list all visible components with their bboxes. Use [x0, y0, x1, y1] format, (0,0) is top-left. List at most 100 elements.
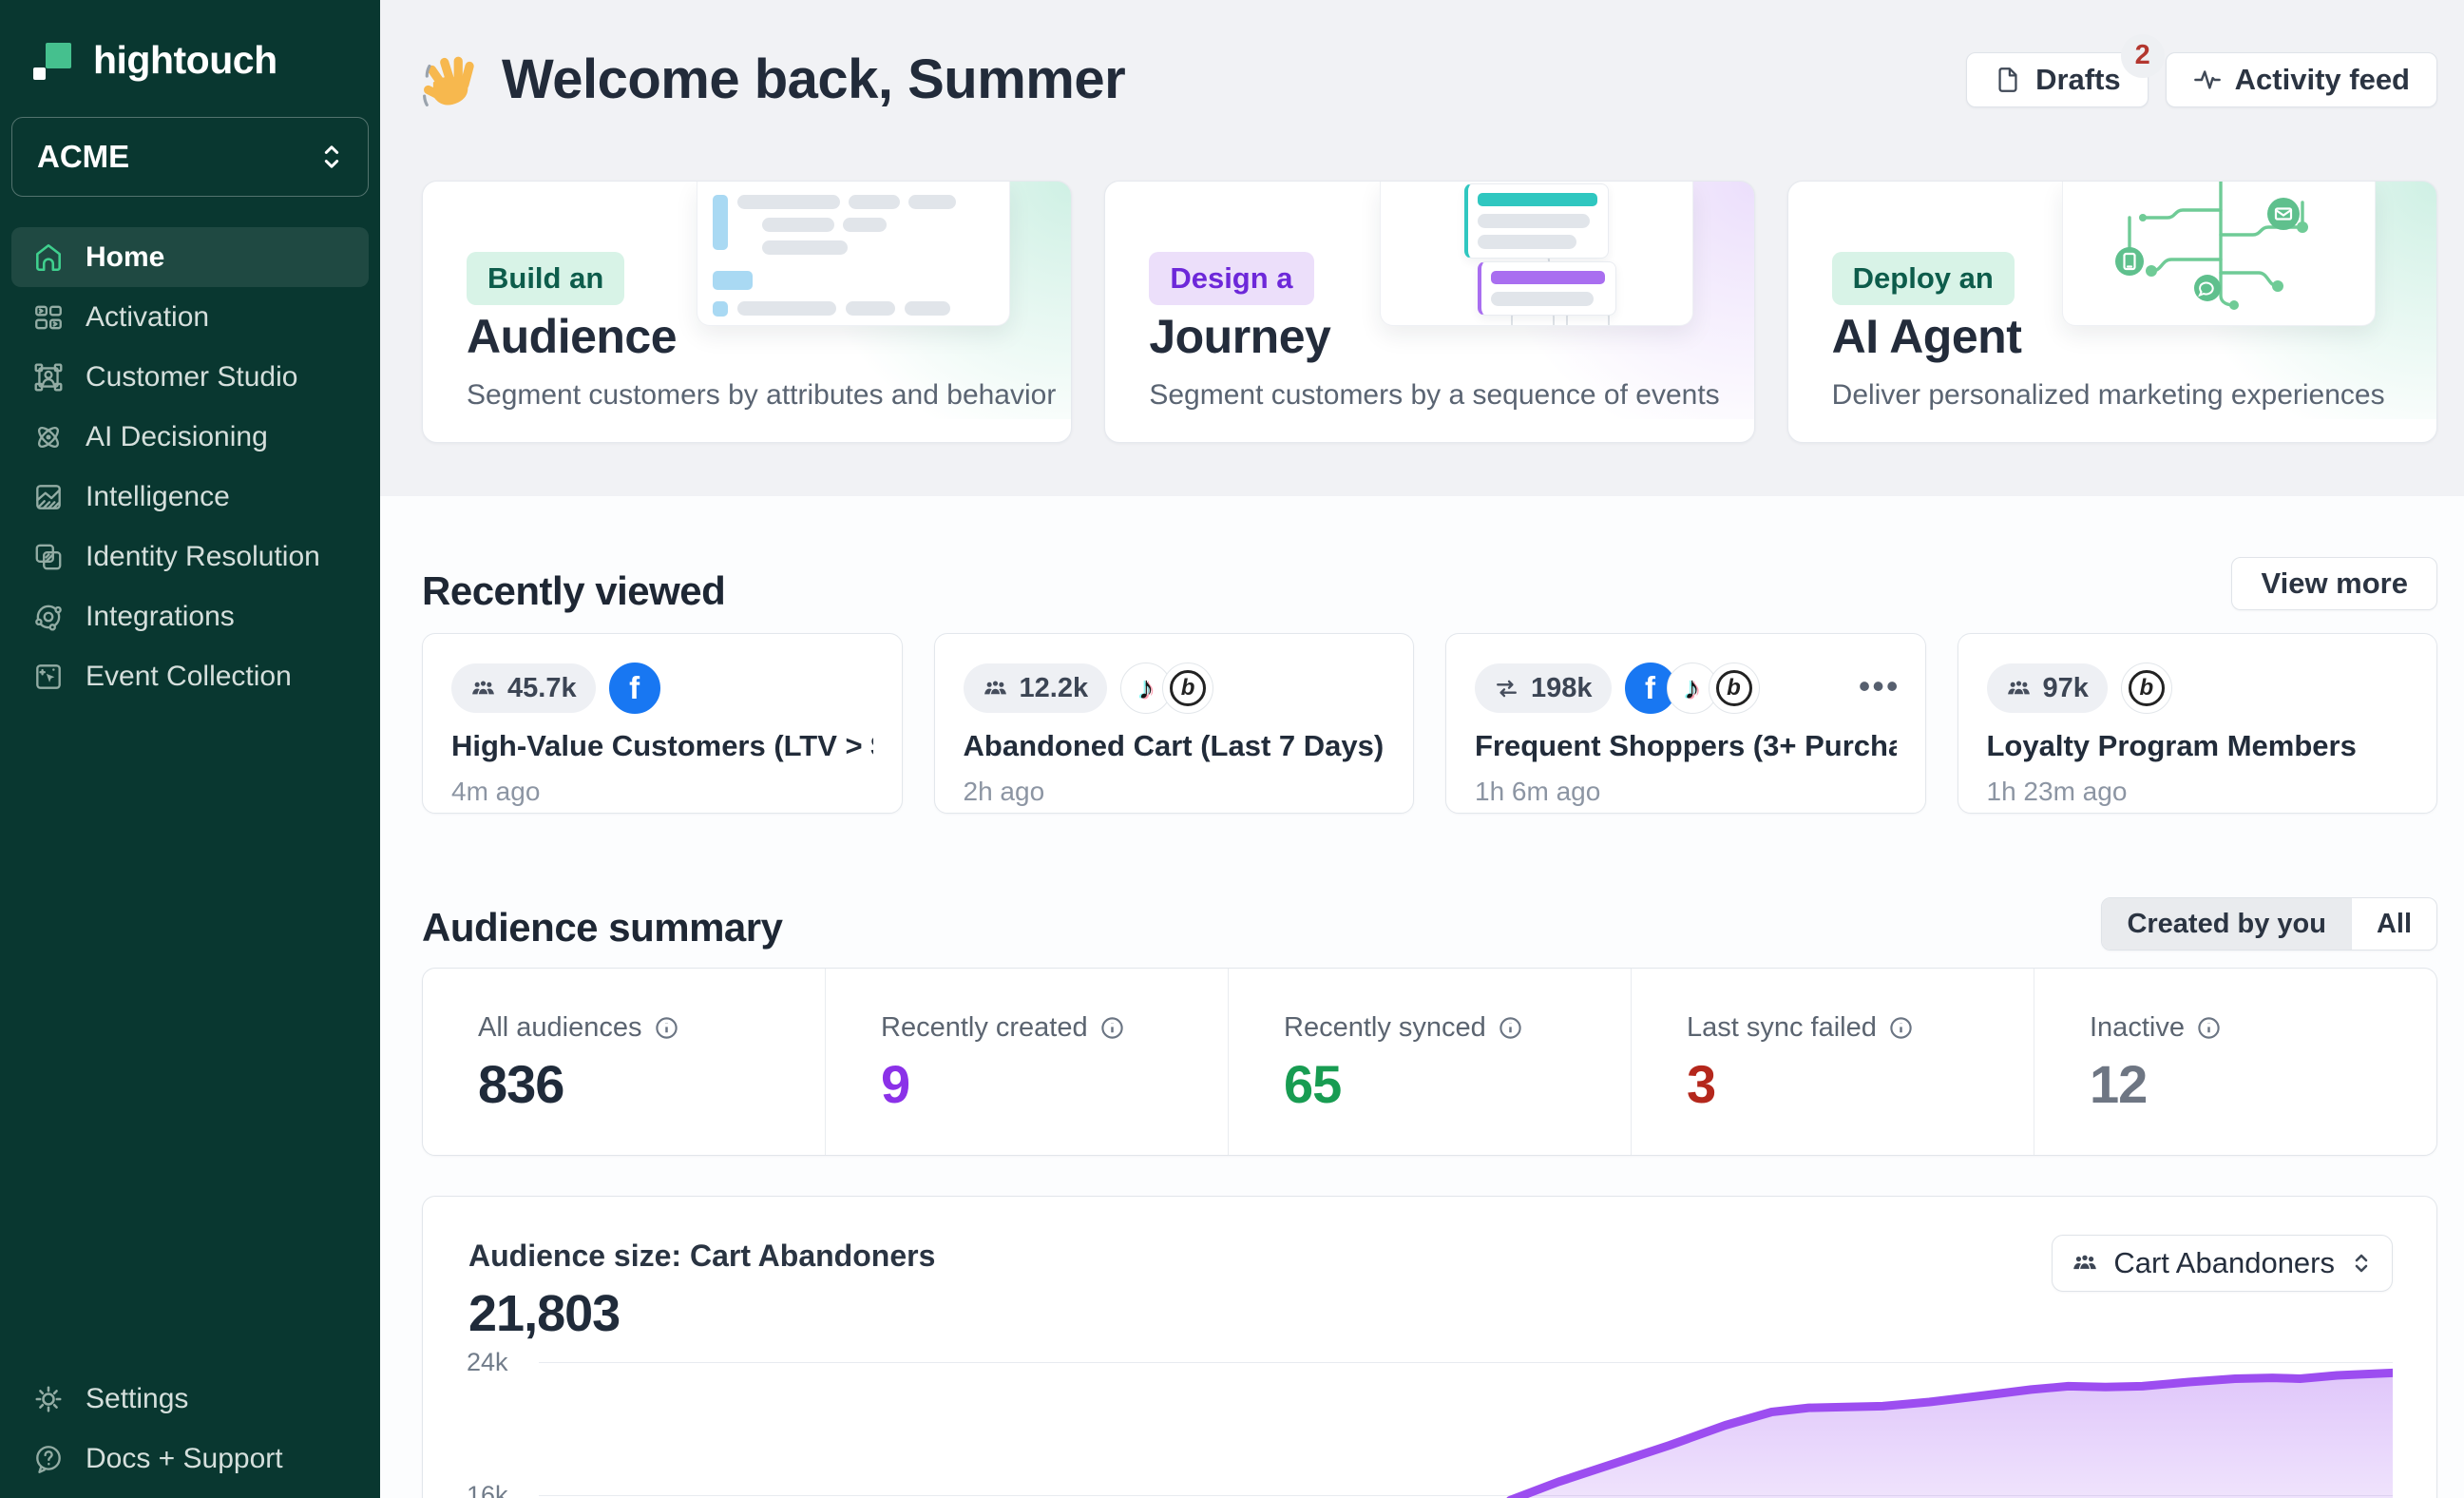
- audience-selector-dropdown[interactable]: Cart Abandoners: [2052, 1235, 2393, 1292]
- promo-badge: Build an: [467, 252, 624, 305]
- recent-card[interactable]: 97k b Loyalty Program Members 1h 23m ago: [1958, 633, 2438, 814]
- ytick-24k: 24k: [467, 1348, 508, 1377]
- sidebar-item-label: Integrations: [86, 601, 235, 633]
- sidebar-item-event-collection[interactable]: Event Collection: [11, 646, 369, 706]
- toggle-all[interactable]: All: [2351, 898, 2436, 950]
- stat-value: 9: [881, 1053, 1228, 1115]
- recent-card-time: 1h 23m ago: [1987, 777, 2128, 807]
- chart-title: Audience size: Cart Abandoners: [468, 1239, 935, 1274]
- promo-card-journey[interactable]: Design a Journey Segment customers by a …: [1104, 181, 1754, 443]
- recent-card[interactable]: 12.2k ♪ b Abandoned Cart (Last 7 Days) 2…: [934, 633, 1415, 814]
- info-icon[interactable]: [654, 1015, 679, 1041]
- recent-card[interactable]: 45.7k f High-Value Customers (LTV > $1,0…: [422, 633, 903, 814]
- main-content: Welcome back, Summer Drafts 2 Activity f…: [380, 0, 2464, 1498]
- stat-value: 836: [478, 1053, 825, 1115]
- audience-filter-toggle: Created by you All: [2101, 897, 2437, 951]
- toggle-created-by-you[interactable]: Created by you: [2102, 898, 2351, 950]
- promo-card-ai-agent[interactable]: Deploy an AI Agent Deliver personalized …: [1787, 181, 2437, 443]
- recent-card-meta: 45.7k f: [451, 663, 660, 714]
- users-icon: [470, 676, 496, 701]
- audience-size-plot: 24k 16k: [467, 1354, 2393, 1498]
- sidebar-item-label: Home: [86, 241, 164, 274]
- sidebar: hightouch ACME Home Activation Customer …: [0, 0, 380, 1498]
- users-icon: [2006, 676, 2032, 701]
- sidebar-item-integrations[interactable]: Integrations: [11, 586, 369, 646]
- customer-studio-icon: [32, 361, 65, 394]
- promo-description: Segment customers by a sequence of event…: [1149, 379, 1719, 412]
- journey-illustration: [1380, 182, 1693, 326]
- hightouch-logo[interactable]: hightouch: [0, 0, 380, 83]
- chart-current-value: 21,803: [468, 1284, 620, 1343]
- sidebar-item-identity-resolution[interactable]: Identity Resolution: [11, 527, 369, 586]
- pulse-icon: [2193, 66, 2222, 94]
- sidebar-item-customer-studio[interactable]: Customer Studio: [11, 347, 369, 407]
- help-icon: [32, 1443, 65, 1475]
- drafts-label: Drafts: [2035, 63, 2121, 97]
- view-more-button[interactable]: View more: [2231, 557, 2437, 610]
- destination-chips: ♪ b: [1120, 663, 1213, 714]
- home-icon: [32, 241, 65, 274]
- stat-value: 12: [2090, 1053, 2436, 1115]
- waving-hand-icon: [422, 52, 477, 107]
- recently-viewed-cards: 45.7k f High-Value Customers (LTV > $1,0…: [422, 633, 2437, 814]
- sidebar-item-activation[interactable]: Activation: [11, 287, 369, 347]
- promo-title: AI Agent: [1832, 309, 2022, 364]
- activity-feed-button[interactable]: Activity feed: [2166, 52, 2437, 107]
- info-icon[interactable]: [2196, 1015, 2222, 1041]
- facebook-icon: f: [609, 663, 660, 714]
- recent-card-title: Frequent Shoppers (3+ Purchases L...: [1475, 729, 1897, 763]
- card-menu-button[interactable]: •••: [1859, 666, 1901, 706]
- recent-card-title: Abandoned Cart (Last 7 Days): [964, 729, 1385, 763]
- ai-decisioning-icon: [32, 421, 65, 453]
- recent-card-time: 4m ago: [451, 777, 540, 807]
- stat-value: 3: [1687, 1053, 2034, 1115]
- sidebar-nav: Home Activation Customer Studio AI Decis…: [0, 227, 380, 706]
- sidebar-item-intelligence[interactable]: Intelligence: [11, 467, 369, 527]
- intelligence-icon: [32, 481, 65, 513]
- audience-summary-heading: Audience summary: [422, 905, 782, 951]
- info-icon[interactable]: [1498, 1015, 1523, 1041]
- users-icon: [2072, 1250, 2098, 1277]
- sidebar-item-ai-decisioning[interactable]: AI Decisioning: [11, 407, 369, 467]
- stat-label: All audiences: [478, 1012, 642, 1044]
- stat-last-sync-failed: Last sync failed 3: [1631, 969, 2034, 1155]
- promo-badge: Design a: [1149, 252, 1313, 305]
- promo-card-audience[interactable]: Build an Audience Segment customers by a…: [422, 181, 1072, 443]
- recent-card-meta: 198k f ♪ b: [1475, 663, 1760, 714]
- recent-card[interactable]: 198k f ♪ b ••• Frequent Shoppers (3+ Pur…: [1445, 633, 1926, 814]
- info-icon[interactable]: [1888, 1015, 1914, 1041]
- audience-size-chart-card: Audience size: Cart Abandoners 21,803 Ca…: [422, 1196, 2437, 1498]
- area-chart: [539, 1354, 2393, 1498]
- promo-title: Journey: [1149, 309, 1330, 364]
- sidebar-item-label: Identity Resolution: [86, 541, 320, 573]
- audience-size: 45.7k: [507, 673, 577, 704]
- sidebar-item-docs-support[interactable]: Docs + Support: [11, 1429, 369, 1488]
- promo-description: Segment customers by attributes and beha…: [467, 379, 1056, 412]
- logo-text: hightouch: [93, 38, 277, 83]
- sidebar-item-label: Customer Studio: [86, 361, 297, 394]
- integrations-icon: [32, 601, 65, 633]
- sidebar-item-home[interactable]: Home: [11, 227, 369, 287]
- event-collection-icon: [32, 661, 65, 693]
- recent-card-title: High-Value Customers (LTV > $1,000): [451, 729, 873, 763]
- chevron-updown-icon: [2350, 1249, 2373, 1277]
- ai-agent-illustration: [2062, 182, 2376, 326]
- document-icon: [1994, 66, 2022, 94]
- audience-size-pill: 97k: [1987, 663, 2108, 713]
- sidebar-item-label: Intelligence: [86, 481, 230, 513]
- braze-icon: b: [1709, 663, 1760, 714]
- selected-audience: Cart Abandoners: [2113, 1246, 2335, 1280]
- drafts-button[interactable]: Drafts 2: [1966, 52, 2149, 107]
- info-icon[interactable]: [1099, 1015, 1125, 1041]
- chevron-updown-icon: [318, 141, 345, 173]
- audience-size-pill: 12.2k: [964, 663, 1108, 713]
- stat-value: 65: [1284, 1053, 1631, 1115]
- audience-size: 12.2k: [1020, 673, 1089, 704]
- workspace-selector[interactable]: ACME: [11, 117, 369, 197]
- sidebar-item-settings[interactable]: Settings: [11, 1369, 369, 1429]
- users-icon: [983, 676, 1008, 701]
- identity-resolution-icon: [32, 541, 65, 573]
- audience-size: 97k: [2043, 673, 2089, 704]
- activation-icon: [32, 301, 65, 334]
- promo-description: Deliver personalized marketing experienc…: [1832, 379, 2385, 412]
